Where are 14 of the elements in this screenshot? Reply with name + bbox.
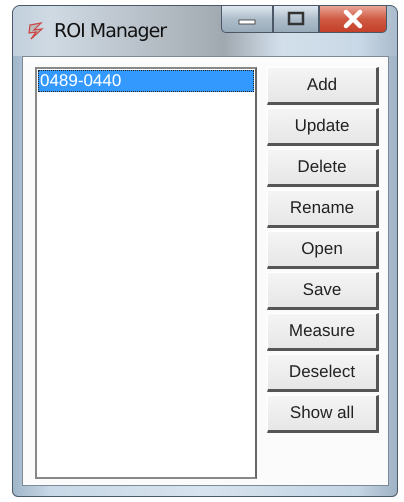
list-action-button[interactable]: Show all: [267, 395, 379, 433]
list-action-button[interactable]: Measure: [267, 313, 379, 351]
minimize-icon[interactable]: [221, 6, 273, 33]
maximize-icon[interactable]: [273, 6, 319, 33]
list-action-button[interactable]: Update: [267, 108, 379, 146]
window-title: ROI Manager: [54, 20, 166, 42]
list-action-button[interactable]: Save: [267, 272, 379, 310]
list-action-button[interactable]: Add: [267, 67, 379, 105]
list-action-button[interactable]: Rename: [267, 190, 379, 228]
list-action-button[interactable]: Open: [267, 231, 379, 269]
app-icon: [27, 21, 45, 41]
close-icon[interactable]: [319, 6, 387, 33]
list-action-button[interactable]: Delete: [267, 149, 379, 187]
list-action-button[interactable]: Deselect: [267, 354, 379, 392]
